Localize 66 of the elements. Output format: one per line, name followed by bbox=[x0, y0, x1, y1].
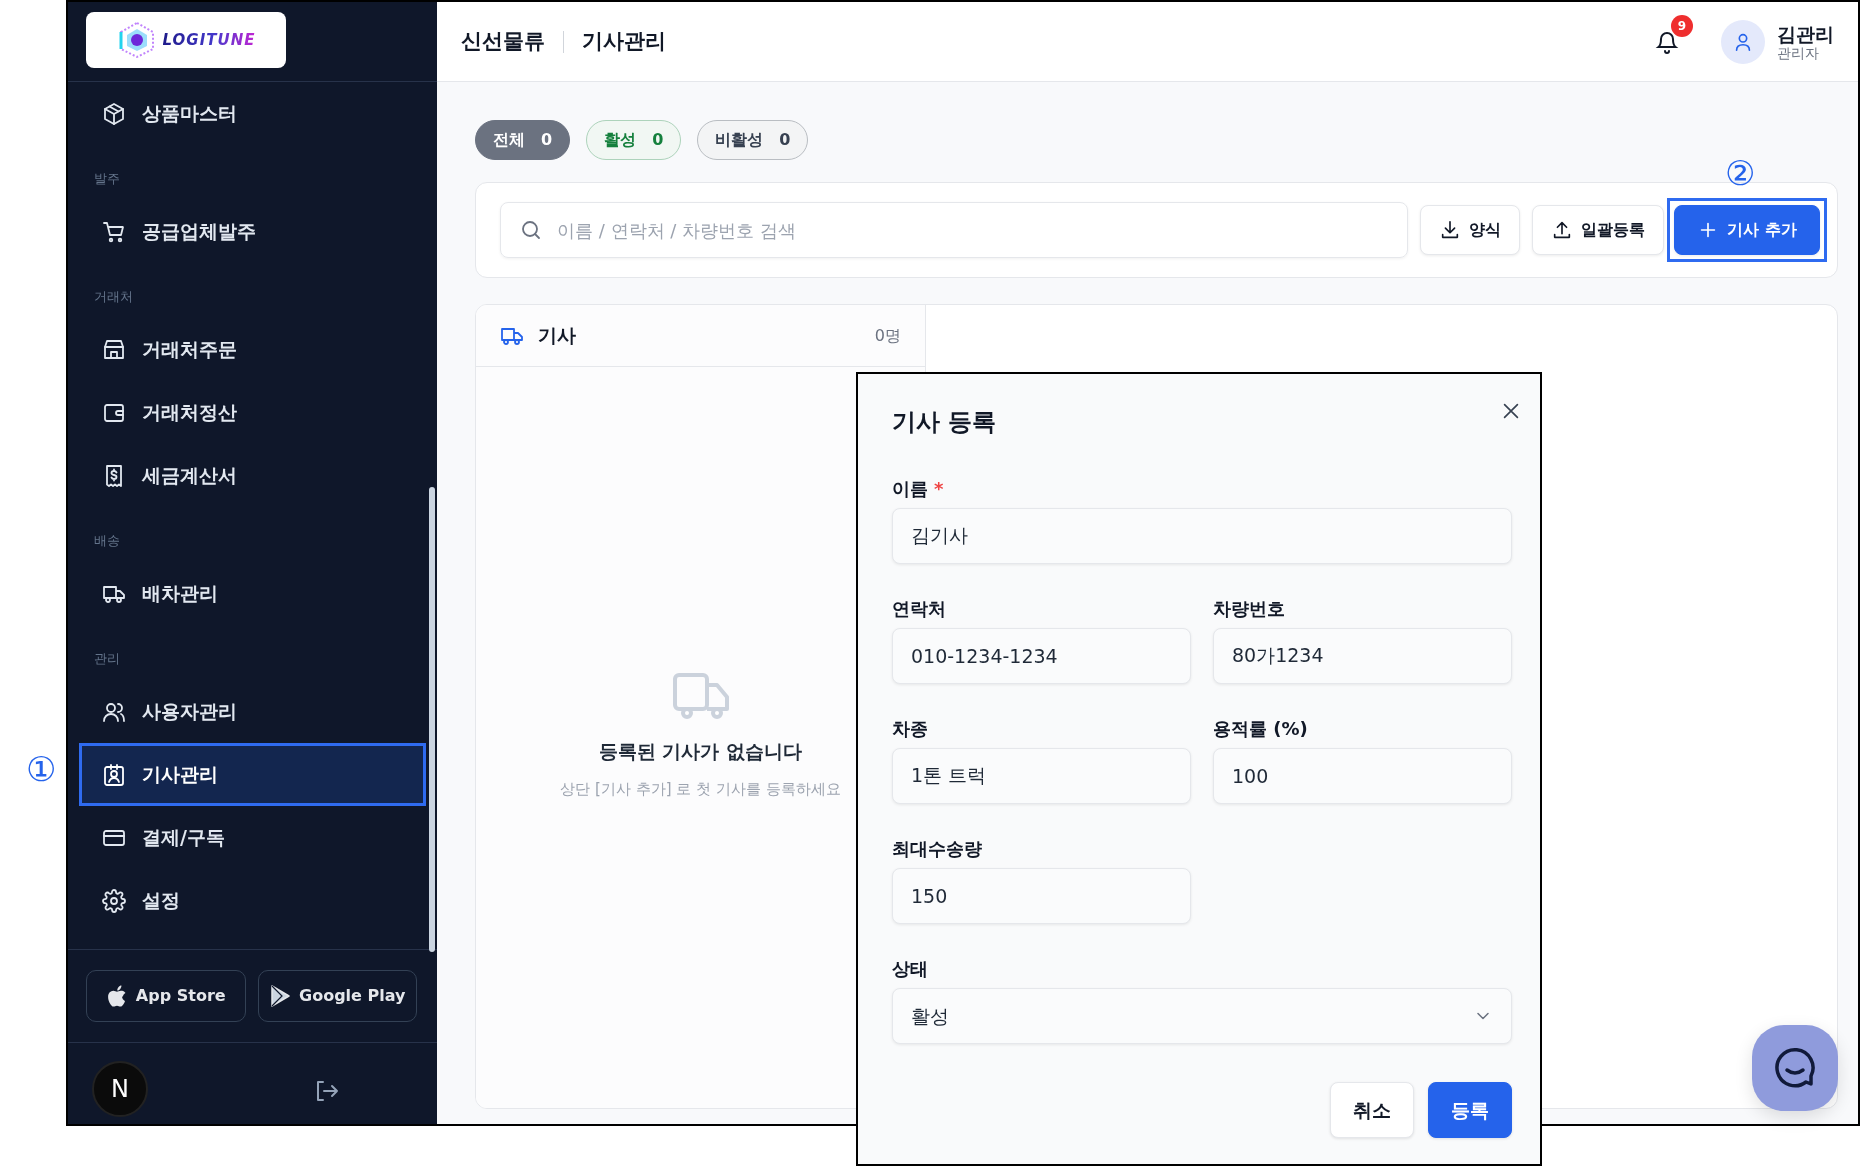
breadcrumb-item: 기사관리 bbox=[582, 27, 666, 55]
store-icon bbox=[102, 337, 126, 362]
add-driver-button[interactable]: 기사 추가 bbox=[1674, 205, 1820, 255]
section-title: 관리 bbox=[93, 650, 121, 668]
store-button[interactable]: Google Play bbox=[257, 970, 417, 1022]
search-icon bbox=[519, 218, 543, 242]
apple-icon bbox=[105, 984, 128, 1008]
field-label: 최대수송량 bbox=[892, 838, 982, 860]
input-field[interactable]: 150 bbox=[892, 868, 1191, 924]
filter-pill[interactable]: 활성 0 bbox=[586, 120, 682, 160]
required-mark: * bbox=[934, 478, 944, 499]
sidebar-item[interactable]: 거래처정산 bbox=[79, 381, 426, 444]
status-select[interactable]: 활성 bbox=[892, 988, 1512, 1044]
filter-pill[interactable]: 비활성 0 bbox=[697, 120, 809, 160]
empty-title: 등록된 기사가 없습니다 bbox=[598, 739, 803, 764]
section-title: 배송 bbox=[93, 532, 121, 550]
scrollbar[interactable] bbox=[429, 487, 435, 952]
cancel-button[interactable]: 취소 bbox=[1330, 1082, 1414, 1138]
field-label: 차종 bbox=[892, 718, 928, 740]
callout-number: ① bbox=[26, 752, 57, 786]
play-icon bbox=[269, 984, 292, 1008]
input-field[interactable]: 100 bbox=[1213, 748, 1512, 804]
sidebar-item[interactable]: 공급업체발주 bbox=[79, 200, 426, 263]
logout-icon[interactable] bbox=[314, 1079, 340, 1103]
avatar[interactable] bbox=[1721, 19, 1765, 64]
filter-pill[interactable]: 전체 0 bbox=[475, 120, 571, 160]
input-field[interactable]: 김기사 bbox=[892, 508, 1512, 564]
sidebar-item[interactable]: 상품마스터 bbox=[79, 82, 426, 145]
user-name: 김관리 bbox=[1777, 22, 1834, 45]
sidebar-item[interactable]: 기사관리 bbox=[79, 743, 426, 806]
id-badge-icon bbox=[102, 762, 126, 787]
sidebar-item[interactable]: 사용자관리 bbox=[79, 680, 426, 743]
chat-icon bbox=[1773, 1046, 1817, 1090]
field-label: 상태 bbox=[892, 958, 928, 980]
submit-button[interactable]: 등록 bbox=[1428, 1082, 1512, 1138]
input-field[interactable]: 80가1234 bbox=[1213, 628, 1512, 684]
section-title: 발주 bbox=[93, 170, 121, 188]
chat-button[interactable] bbox=[1752, 1025, 1838, 1111]
toolbar-button[interactable]: 일괄등록 bbox=[1532, 205, 1665, 255]
cart-icon bbox=[102, 219, 126, 244]
field-label: 이름 bbox=[892, 478, 928, 499]
field-label: 차량번호 bbox=[1213, 598, 1285, 620]
truck-icon bbox=[670, 671, 731, 719]
notification-badge: 9 bbox=[1671, 14, 1693, 37]
toolbar-button[interactable]: 양식 bbox=[1420, 205, 1521, 255]
box-icon bbox=[102, 101, 126, 126]
input-field[interactable]: 1톤 트럭 bbox=[892, 748, 1191, 804]
user-role: 관리자 bbox=[1777, 44, 1819, 61]
panel-title: 기사 bbox=[538, 323, 576, 349]
field-label: 연락처 bbox=[892, 598, 946, 620]
sidebar-item[interactable]: 배차관리 bbox=[79, 562, 426, 625]
sidebar-item[interactable]: 결제/구독 bbox=[79, 806, 426, 869]
empty-hint: 상단 [기사 추가] 로 첫 기사를 등록하세요 bbox=[560, 778, 841, 800]
field-label: 용적률 (%) bbox=[1213, 718, 1308, 740]
driver-count: 0명 bbox=[874, 324, 901, 347]
callout-number: ② bbox=[1725, 156, 1756, 190]
store-button[interactable]: App Store bbox=[86, 970, 246, 1022]
gear-icon bbox=[102, 888, 126, 913]
breadcrumb-item[interactable]: 신선물류 bbox=[461, 25, 545, 58]
input-field[interactable]: 010-1234-1234 bbox=[892, 628, 1191, 684]
sidebar-item[interactable]: 설정 bbox=[79, 869, 426, 932]
section-title: 거래처 bbox=[93, 288, 134, 306]
dev-badge[interactable]: N bbox=[92, 1061, 148, 1117]
sidebar-item[interactable]: 거래처주문 bbox=[79, 318, 426, 381]
sidebar-item[interactable]: 세금계산서 bbox=[79, 444, 426, 507]
modal-title: 기사 등록 bbox=[892, 407, 998, 438]
